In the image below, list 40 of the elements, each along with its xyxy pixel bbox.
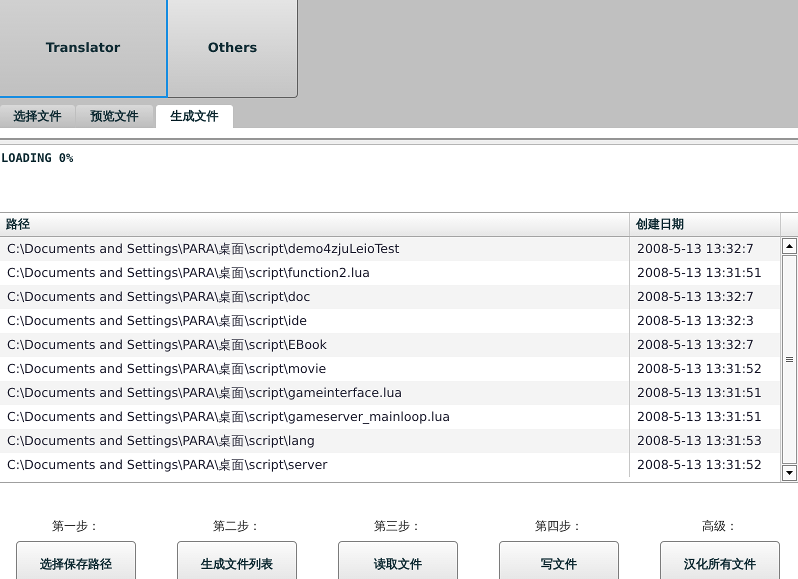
table-cell: C:\Documents and Settings\PARA\桌面\script\EBook [0, 333, 630, 357]
step-button[interactable]: 汉化所有文件 [660, 541, 780, 579]
table-cell: C:\Documents and Settings\PARA\桌面\script\lang [0, 429, 630, 453]
loading-status: LOADING 0% [0, 150, 74, 165]
tab[interactable]: 选择文件 [0, 105, 75, 128]
table-cell-text: 2008-5-13 13:32:7 [636, 240, 755, 258]
table-cell-text: 2008-5-13 13:31:51 [636, 264, 763, 282]
table-cell-text: 2008-5-13 13:31:52 [636, 456, 763, 474]
table-cell: C:\Documents and Settings\PARA\桌面\script\gameinterface.lua [0, 381, 630, 405]
step-label: 第三步： [374, 518, 422, 535]
table-cell: C:\Documents and Settings\PARA\桌面\script\doc [0, 285, 630, 309]
scroll-up-button[interactable] [782, 238, 797, 254]
scroll-down-button[interactable] [782, 465, 797, 481]
step-label: 高级： [702, 518, 738, 535]
table-cell-text: 2008-5-13 13:31:52 [636, 360, 763, 378]
table-cell-text: 2008-5-13 13:31:51 [636, 408, 763, 426]
table-cell-text: 2008-5-13 13:31:51 [636, 384, 763, 402]
table-cell-text: 2008-5-13 13:31:53 [636, 432, 763, 450]
table-cell-text: 2008-5-13 13:32:3 [636, 312, 755, 330]
table-cell: C:\Documents and Settings\PARA\桌面\script\server [0, 453, 630, 477]
column-header[interactable]: 创建日期 [630, 213, 780, 236]
step-label: 第二步： [213, 518, 261, 535]
table-cell-text: 2008-5-13 13:32:7 [636, 288, 755, 306]
step-button[interactable]: 生成文件列表 [177, 541, 297, 579]
step-button[interactable]: 读取文件 [338, 541, 458, 579]
scrollbar-thumb[interactable] [782, 255, 797, 464]
table-cell: C:\Documents and Settings\PARA\桌面\script\demo4zjuLeioTest [0, 237, 630, 261]
up-arrow-icon [786, 244, 793, 248]
tab[interactable]: 生成文件 [156, 105, 233, 128]
grip-icon [786, 356, 793, 363]
nav-button[interactable]: Others [168, 0, 298, 98]
step-label: 第一步： [52, 518, 100, 535]
down-arrow-icon [786, 471, 793, 475]
nav-button[interactable]: Translator [0, 0, 168, 98]
step-label: 第四步： [535, 518, 583, 535]
step-button[interactable]: 写文件 [499, 541, 619, 579]
tab[interactable]: 预览文件 [76, 105, 153, 128]
table-cell-text: 2008-5-13 13:32:7 [636, 336, 755, 354]
column-header[interactable]: 路径 [0, 213, 630, 236]
step-button[interactable]: 选择保存路径 [16, 541, 136, 579]
